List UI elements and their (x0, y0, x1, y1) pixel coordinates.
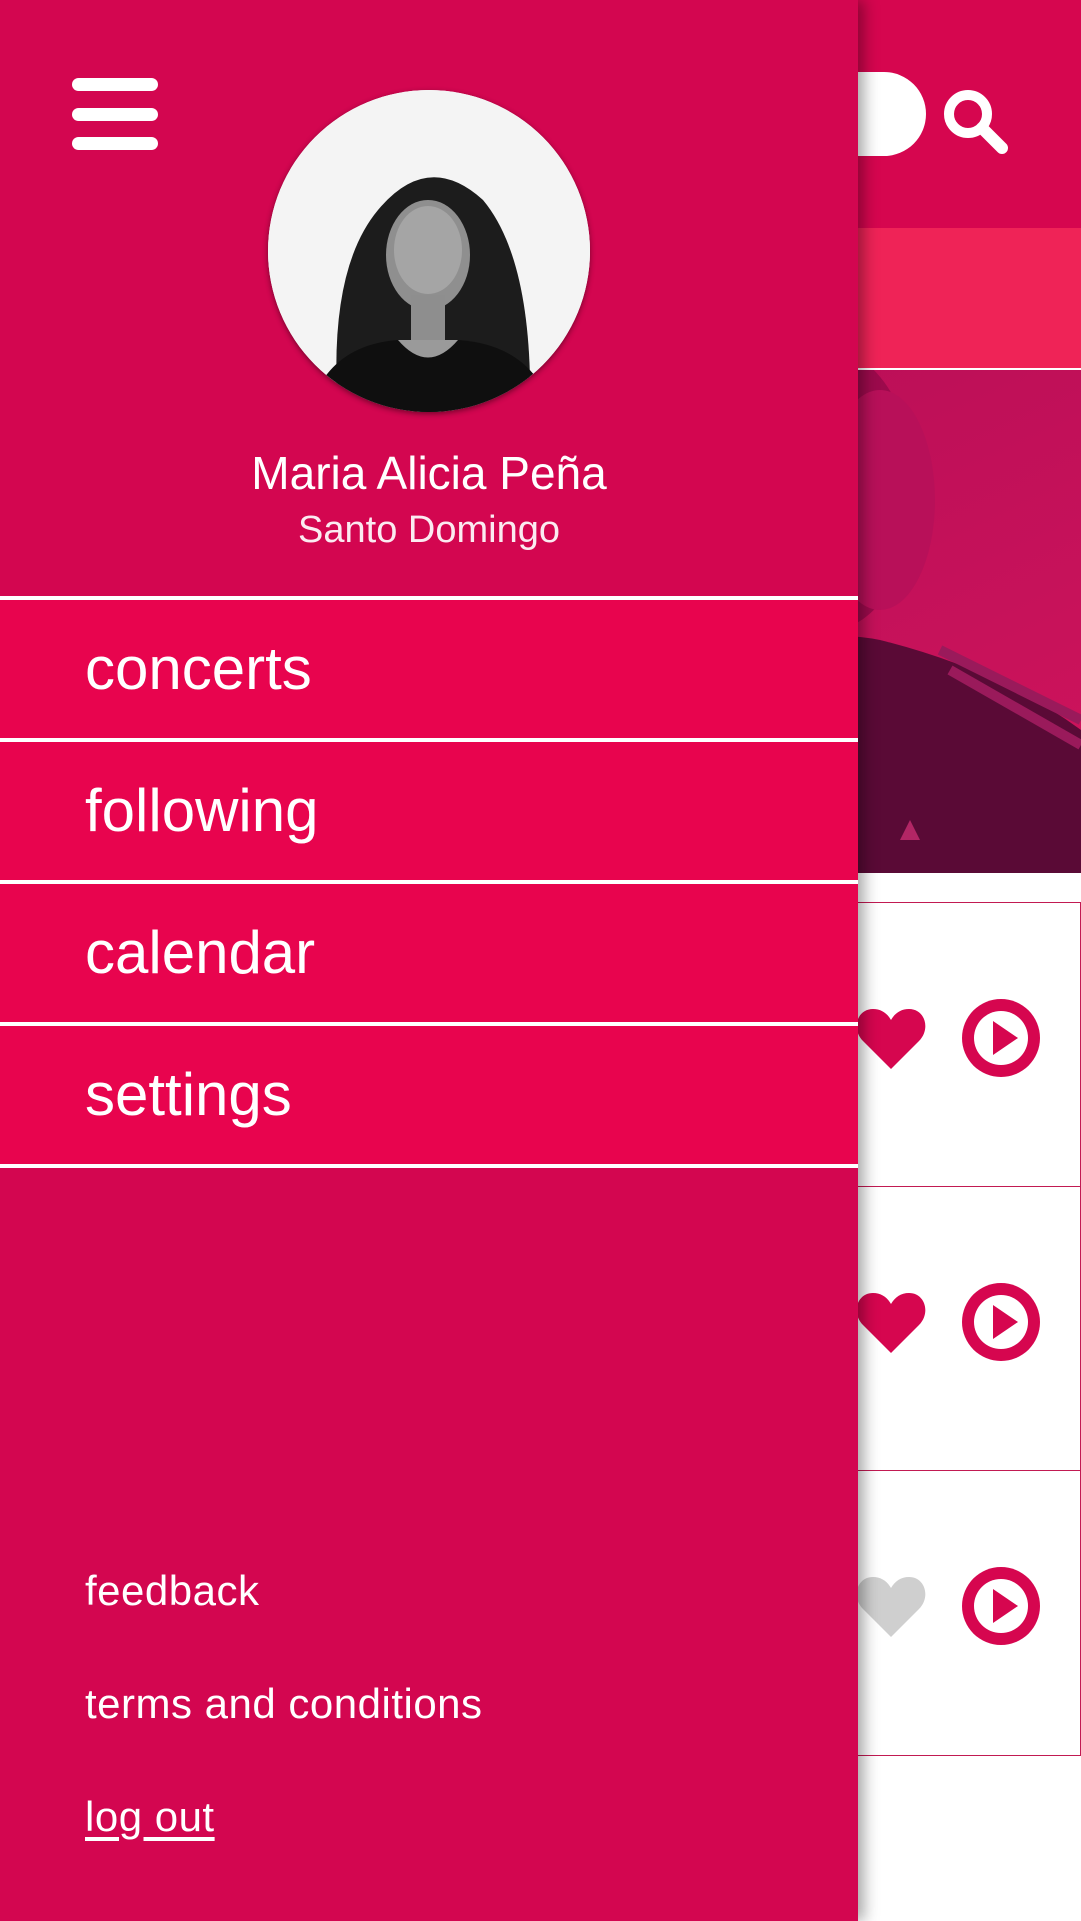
heart-icon[interactable] (855, 1289, 927, 1355)
profile-photo (268, 90, 590, 412)
avatar[interactable] (268, 90, 590, 412)
play-icon[interactable] (962, 1567, 1040, 1645)
search-icon[interactable] (940, 86, 1010, 156)
navigation-drawer: Maria Alicia Peña Santo Domingo concerts… (0, 0, 858, 1921)
terms-and-conditions-link[interactable]: terms and conditions (85, 1678, 483, 1730)
heart-icon[interactable] (855, 1573, 927, 1639)
heart-icon[interactable] (855, 1005, 927, 1071)
menu-item-label: concerts (85, 635, 312, 702)
menu-item-label: following (85, 777, 319, 844)
user-location: Santo Domingo (298, 509, 560, 551)
drawer-menu: concerts following calendar settings (0, 596, 858, 1168)
user-name: Maria Alicia Peña (251, 447, 607, 499)
menu-item-label: settings (85, 1061, 292, 1128)
menu-item-settings[interactable]: settings (0, 1022, 858, 1164)
menu-item-concerts[interactable]: concerts (0, 596, 858, 738)
play-icon[interactable] (962, 999, 1040, 1077)
menu-item-calendar[interactable]: calendar (0, 880, 858, 1022)
menu-item-label: calendar (85, 919, 316, 986)
play-icon[interactable] (962, 1283, 1040, 1361)
logout-link[interactable]: log out (85, 1791, 215, 1843)
menu-item-following[interactable]: following (0, 738, 858, 880)
hamburger-icon[interactable] (72, 78, 158, 150)
feedback-link[interactable]: feedback (85, 1565, 259, 1617)
toggle-shape[interactable] (858, 72, 926, 156)
divider (0, 1164, 858, 1168)
